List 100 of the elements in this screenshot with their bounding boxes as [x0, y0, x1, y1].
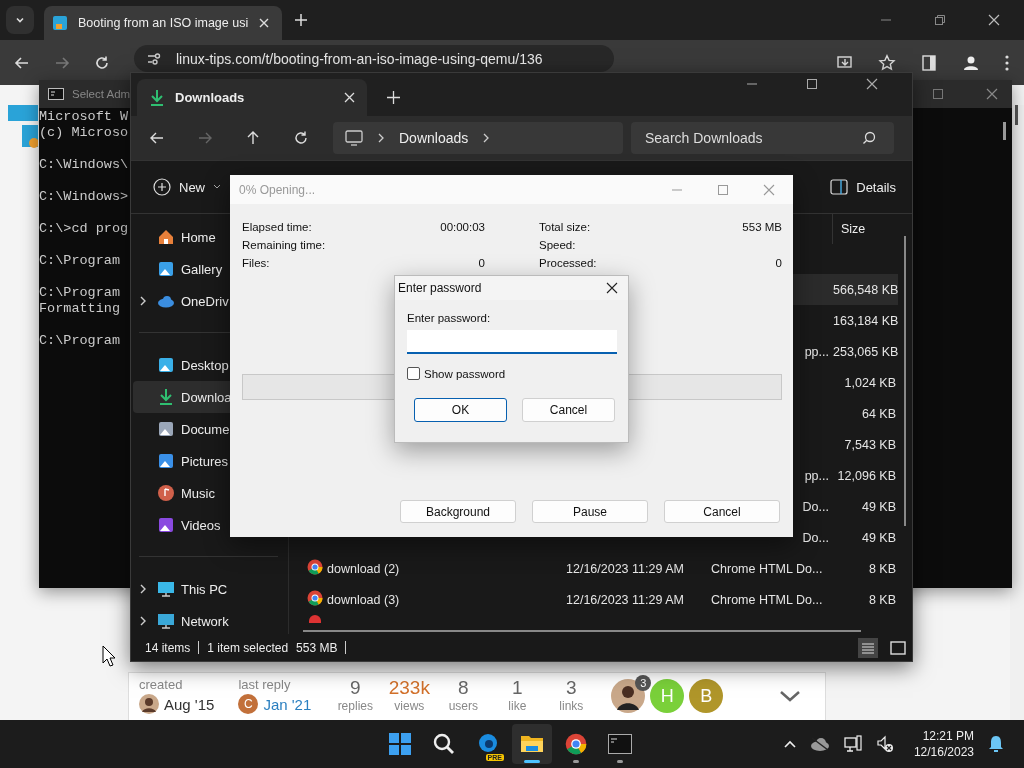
expand-icon[interactable] — [779, 689, 801, 703]
dialog-button[interactable]: Background — [400, 500, 516, 523]
new-tab-icon[interactable] — [294, 13, 309, 27]
password-field[interactable] — [407, 330, 617, 354]
post-count-badge: 3 — [635, 675, 652, 691]
file-name: download (3) — [327, 592, 401, 607]
console-line: Microsoft W — [39, 109, 129, 125]
created-date: Aug '15 — [164, 695, 215, 713]
back-icon[interactable] — [149, 130, 165, 146]
reload-icon[interactable] — [94, 54, 110, 71]
chevron-right-icon[interactable] — [139, 295, 147, 307]
cloud-icon[interactable] — [809, 737, 830, 751]
new-tab-icon[interactable] — [387, 91, 400, 104]
plus-circle-icon — [153, 178, 171, 196]
site-logo-icon — [8, 103, 38, 151]
stat-label: replies — [337, 699, 373, 713]
console-line: Formatting — [39, 301, 120, 317]
file-row[interactable]: download (3) 12/16/2023 11:29 AM Chrome HTML Do... 8 KB — [289, 584, 898, 615]
ok-button[interactable]: OK — [414, 398, 507, 422]
stat-number: 8 — [458, 677, 469, 699]
house-icon — [157, 228, 175, 246]
up-icon[interactable] — [245, 130, 261, 146]
network-icon[interactable] — [843, 735, 862, 753]
caret-icon — [213, 184, 221, 190]
details-view-icon[interactable] — [858, 637, 878, 658]
checkbox[interactable] — [407, 367, 420, 380]
back-icon[interactable] — [14, 54, 30, 71]
dialog-title: Enter password — [398, 281, 482, 295]
user-avatar: C — [238, 694, 259, 714]
speaker-muted-icon[interactable] — [875, 735, 894, 753]
chevron-right-icon[interactable] — [139, 583, 147, 595]
browser-tab[interactable]: Booting from an ISO image usi — [44, 6, 283, 40]
chevron-up-icon[interactable] — [783, 740, 796, 748]
menu-icon[interactable] — [1004, 53, 1010, 72]
file-type: Do... — [802, 530, 829, 545]
stat-label: links — [559, 699, 584, 713]
dialog-button[interactable]: Pause — [532, 500, 648, 523]
stat-number: 9 — [350, 677, 361, 699]
clock[interactable]: 12:21 PM 12/16/2023 — [913, 728, 974, 760]
maximize-icon[interactable] — [806, 78, 818, 90]
site-settings-icon[interactable] — [146, 50, 162, 67]
site-icon — [52, 15, 68, 31]
file-size: 566,548 KB — [833, 282, 896, 297]
field-value: 00:00:03 — [440, 221, 485, 233]
chrome-icon — [307, 590, 323, 606]
stat-number: 3 — [566, 677, 577, 699]
file-row[interactable]: download (2) 12/16/2023 11:29 AM Chrome HTML Do... 8 KB — [289, 553, 898, 584]
cancel-button[interactable]: Cancel — [522, 398, 615, 422]
explorer-tab[interactable]: Downloads — [137, 79, 367, 116]
file-type: Chrome HTML Do... — [711, 561, 823, 576]
close-icon[interactable] — [866, 78, 878, 90]
video-icon — [157, 516, 175, 534]
sidebar-item[interactable]: Network — [133, 605, 278, 634]
explorer-taskbar-button[interactable] — [512, 724, 552, 764]
stat-label: views — [394, 699, 425, 713]
field-value: 0 — [775, 257, 782, 269]
chevron-right-icon[interactable] — [482, 133, 491, 143]
star-icon[interactable] — [878, 53, 896, 72]
file-type: Chrome HTML Do... — [711, 592, 823, 607]
chevron-right-icon[interactable] — [139, 615, 147, 627]
download-icon — [149, 88, 165, 107]
details-button[interactable]: Details — [826, 175, 900, 199]
last-reply-link[interactable]: Jan '21 — [263, 695, 312, 713]
console-line: C:\Windows\ — [39, 157, 129, 173]
mouse-cursor-icon — [102, 645, 116, 667]
search-icon — [862, 131, 876, 145]
forward-icon[interactable] — [54, 54, 70, 71]
address-bar[interactable]: linux-tips.com/t/booting-from-an-iso-image-using-qemu/136 — [134, 45, 614, 72]
console-line: C:\Windows> — [39, 189, 129, 205]
file-size: 12,096 KB — [836, 468, 896, 483]
field-label: Processed: — [539, 257, 597, 269]
file-size: 253,065 KB — [833, 344, 896, 359]
bell-icon[interactable] — [988, 735, 1004, 753]
search-field[interactable]: Search Downloads — [631, 122, 894, 154]
refresh-icon[interactable] — [293, 130, 309, 146]
file-name: download (2) — [327, 561, 401, 576]
field-label: Files: — [242, 257, 270, 269]
console-line: C:\Program — [39, 333, 120, 349]
stat-label: like — [508, 699, 527, 713]
file-size: 8 KB — [867, 592, 896, 607]
restore-icon[interactable] — [934, 14, 946, 26]
field-value: 0 — [478, 257, 485, 269]
address-bar[interactable]: Downloads — [333, 122, 623, 154]
close-icon[interactable] — [606, 282, 618, 294]
side-panel-icon[interactable] — [920, 53, 938, 72]
breadcrumb-item[interactable]: Downloads — [399, 130, 469, 146]
close-icon[interactable] — [988, 14, 1000, 26]
chrome-icon — [565, 733, 587, 755]
checkbox-label[interactable]: Show password — [424, 367, 506, 380]
close-icon[interactable] — [258, 17, 271, 29]
file-size: 8 KB — [867, 561, 896, 576]
new-button[interactable]: New — [149, 174, 225, 200]
console-line: C:\>cd prog — [39, 221, 129, 237]
avatar-icon[interactable] — [611, 679, 646, 713]
dialog-button[interactable]: Cancel — [664, 500, 780, 523]
sidebar-item[interactable]: This PC — [133, 573, 278, 605]
selection-info: 1 item selected — [207, 640, 289, 655]
console-line: (c) Microso — [39, 125, 129, 141]
maximize-icon[interactable] — [932, 88, 944, 100]
forward-icon[interactable] — [197, 130, 213, 146]
